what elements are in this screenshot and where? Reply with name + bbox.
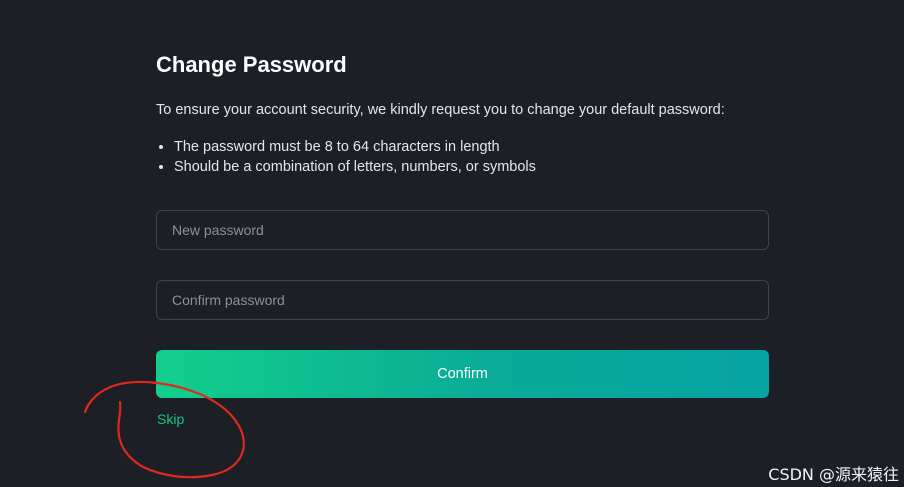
confirm-password-input[interactable]: [156, 280, 769, 320]
new-password-input[interactable]: [156, 210, 769, 250]
page-title: Change Password: [156, 52, 347, 77]
password-rule-length: The password must be 8 to 64 characters …: [174, 138, 536, 158]
skip-link[interactable]: Skip: [157, 411, 184, 427]
csdn-watermark: CSDN @源来猿往: [768, 465, 899, 484]
password-rules-list: The password must be 8 to 64 characters …: [156, 138, 536, 178]
intro-text: To ensure your account security, we kind…: [156, 102, 725, 118]
confirm-button[interactable]: Confirm: [156, 350, 769, 398]
password-rule-composition: Should be a combination of letters, numb…: [174, 158, 536, 178]
